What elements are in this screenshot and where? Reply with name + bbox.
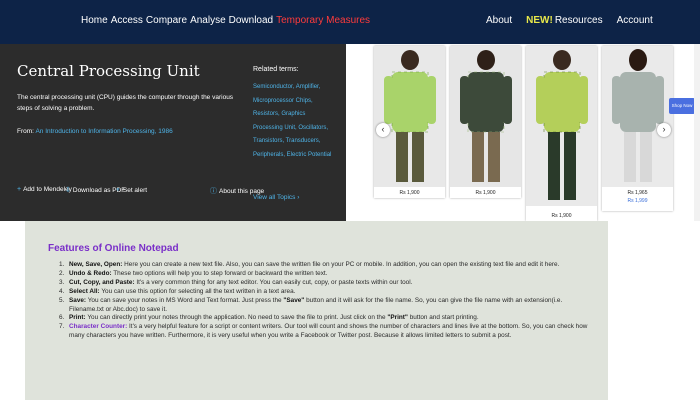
feature-title: Character Counter: [69, 323, 128, 331]
plus-icon: + [17, 186, 22, 193]
feature-text: It's a very common thing for any text ed… [136, 278, 413, 286]
feature-text: It's a very helpful feature for a script… [69, 323, 588, 340]
list-item: 4. Select All: You can use this option f… [59, 287, 296, 295]
nav-temporary-measures[interactable]: Temporary Measures [276, 15, 370, 26]
bell-icon: ⚬ [115, 187, 121, 194]
related-terms-heading: Related terms: [253, 66, 299, 73]
list-item: 3. Cut, Copy, and Paste: It's a very com… [59, 278, 413, 286]
new-badge: NEW! [526, 15, 553, 26]
shirt-photo-dark-checked [450, 46, 521, 187]
product-carousel: Rs 1,900 Rs 1,900 Rs 1,900 Rs 1,965 Rs 1… [368, 44, 700, 221]
features-list: 1. New, Save, Open: Here you can create … [59, 261, 593, 341]
nav-about[interactable]: About [486, 15, 512, 26]
product-card[interactable]: Rs 1,900 [374, 46, 445, 198]
nav-home[interactable]: Home [81, 15, 108, 26]
nav-analyse[interactable]: Analyse [190, 15, 226, 26]
set-alert-button[interactable]: ⚬ Set alert [115, 186, 148, 195]
source-label: From: [17, 128, 34, 135]
product-card[interactable]: Rs 1,900 [450, 46, 521, 198]
carousel-edge [694, 44, 700, 221]
nav-resources[interactable]: Resources [555, 15, 603, 26]
feature-title: Select All: [69, 287, 100, 295]
nav-download[interactable]: Download [229, 15, 273, 26]
feature-text: You can directly print your notes throug… [87, 314, 388, 322]
product-original-price: Rs 1,999 [627, 198, 648, 204]
top-nav-left: Home Access Compare Analyse Download Tem… [81, 15, 370, 26]
list-item: 5. Save: You can save your notes in MS W… [59, 296, 563, 313]
nav-access[interactable]: Access [111, 15, 143, 26]
feature-title: Undo & Redo: [69, 269, 112, 277]
nav-compare[interactable]: Compare [146, 15, 187, 26]
related-terms: Related terms: Semiconductor, Amplifier,… [253, 66, 333, 162]
list-item: 6. Print: You can directly print your no… [59, 314, 479, 322]
list-item: 2. Undo & Redo: These two options will h… [59, 269, 328, 277]
feature-text: button and start printing. [407, 314, 479, 322]
set-alert-label: Set alert [122, 186, 148, 194]
top-navbar: Home Access Compare Analyse Download Tem… [0, 0, 700, 44]
info-icon: ⓘ [210, 188, 217, 195]
page-title: Central Processing Unit [17, 62, 200, 80]
topic-source: From: An Introduction to Information Pro… [17, 128, 173, 135]
shirt-photo-grey-plain [602, 46, 673, 187]
product-price: Rs 1,900 [475, 190, 496, 196]
features-section: Features of Online Notepad 1. New, Save,… [25, 221, 608, 400]
features-heading: Features of Online Notepad [48, 243, 179, 254]
feature-quote: "Save" [283, 296, 305, 304]
product-price: Rs 1,900 [399, 190, 420, 196]
product-price: Rs 1,900 [551, 213, 572, 219]
list-item: 1. New, Save, Open: Here you can create … [59, 261, 560, 268]
about-this-page-label: About this page [219, 187, 265, 195]
feature-title: Save: [69, 296, 87, 304]
feature-text: These two options will help you to step … [113, 269, 328, 277]
download-icon: ⇩ [65, 187, 71, 194]
topic-description: The central processing unit (CPU) guides… [17, 94, 234, 112]
related-terms-links[interactable]: Semiconductor, Amplifier, Microprocessor… [253, 81, 333, 162]
chevron-right-icon: › [297, 194, 300, 201]
topic-panel: Central Processing Unit The central proc… [0, 44, 346, 221]
about-this-page-button[interactable]: ⓘ About this page [210, 186, 264, 196]
product-card[interactable]: Rs 1,900 [526, 46, 597, 221]
feature-quote: "Print" [387, 314, 408, 322]
feature-title: Print: [69, 314, 86, 322]
feature-text: You can use this option for selecting al… [101, 287, 296, 295]
shirt-photo-green-checked [374, 46, 445, 187]
source-link[interactable]: An Introduction to Information Processin… [35, 128, 172, 135]
add-to-mendeley-button[interactable]: + Add to Mendeley [17, 186, 72, 193]
chevron-right-icon[interactable]: › [657, 123, 671, 137]
top-nav-right: About NEW! Resources Account [486, 15, 653, 26]
shop-now-button[interactable]: Shop Now [669, 98, 695, 114]
shirt-photo-lime-checked [526, 46, 597, 206]
chevron-left-icon[interactable]: ‹ [376, 123, 390, 137]
feature-title: New, Save, Open: [69, 261, 123, 268]
list-item: 7. Character Counter: It's a very helpfu… [59, 323, 588, 340]
feature-text: You can save your notes in MS Word and T… [87, 296, 284, 304]
feature-title: Cut, Copy, and Paste: [69, 278, 135, 286]
nav-account[interactable]: Account [617, 15, 653, 26]
feature-text: Here you can create a new text file. Als… [124, 261, 560, 268]
product-price: Rs 1,965 [627, 190, 648, 196]
